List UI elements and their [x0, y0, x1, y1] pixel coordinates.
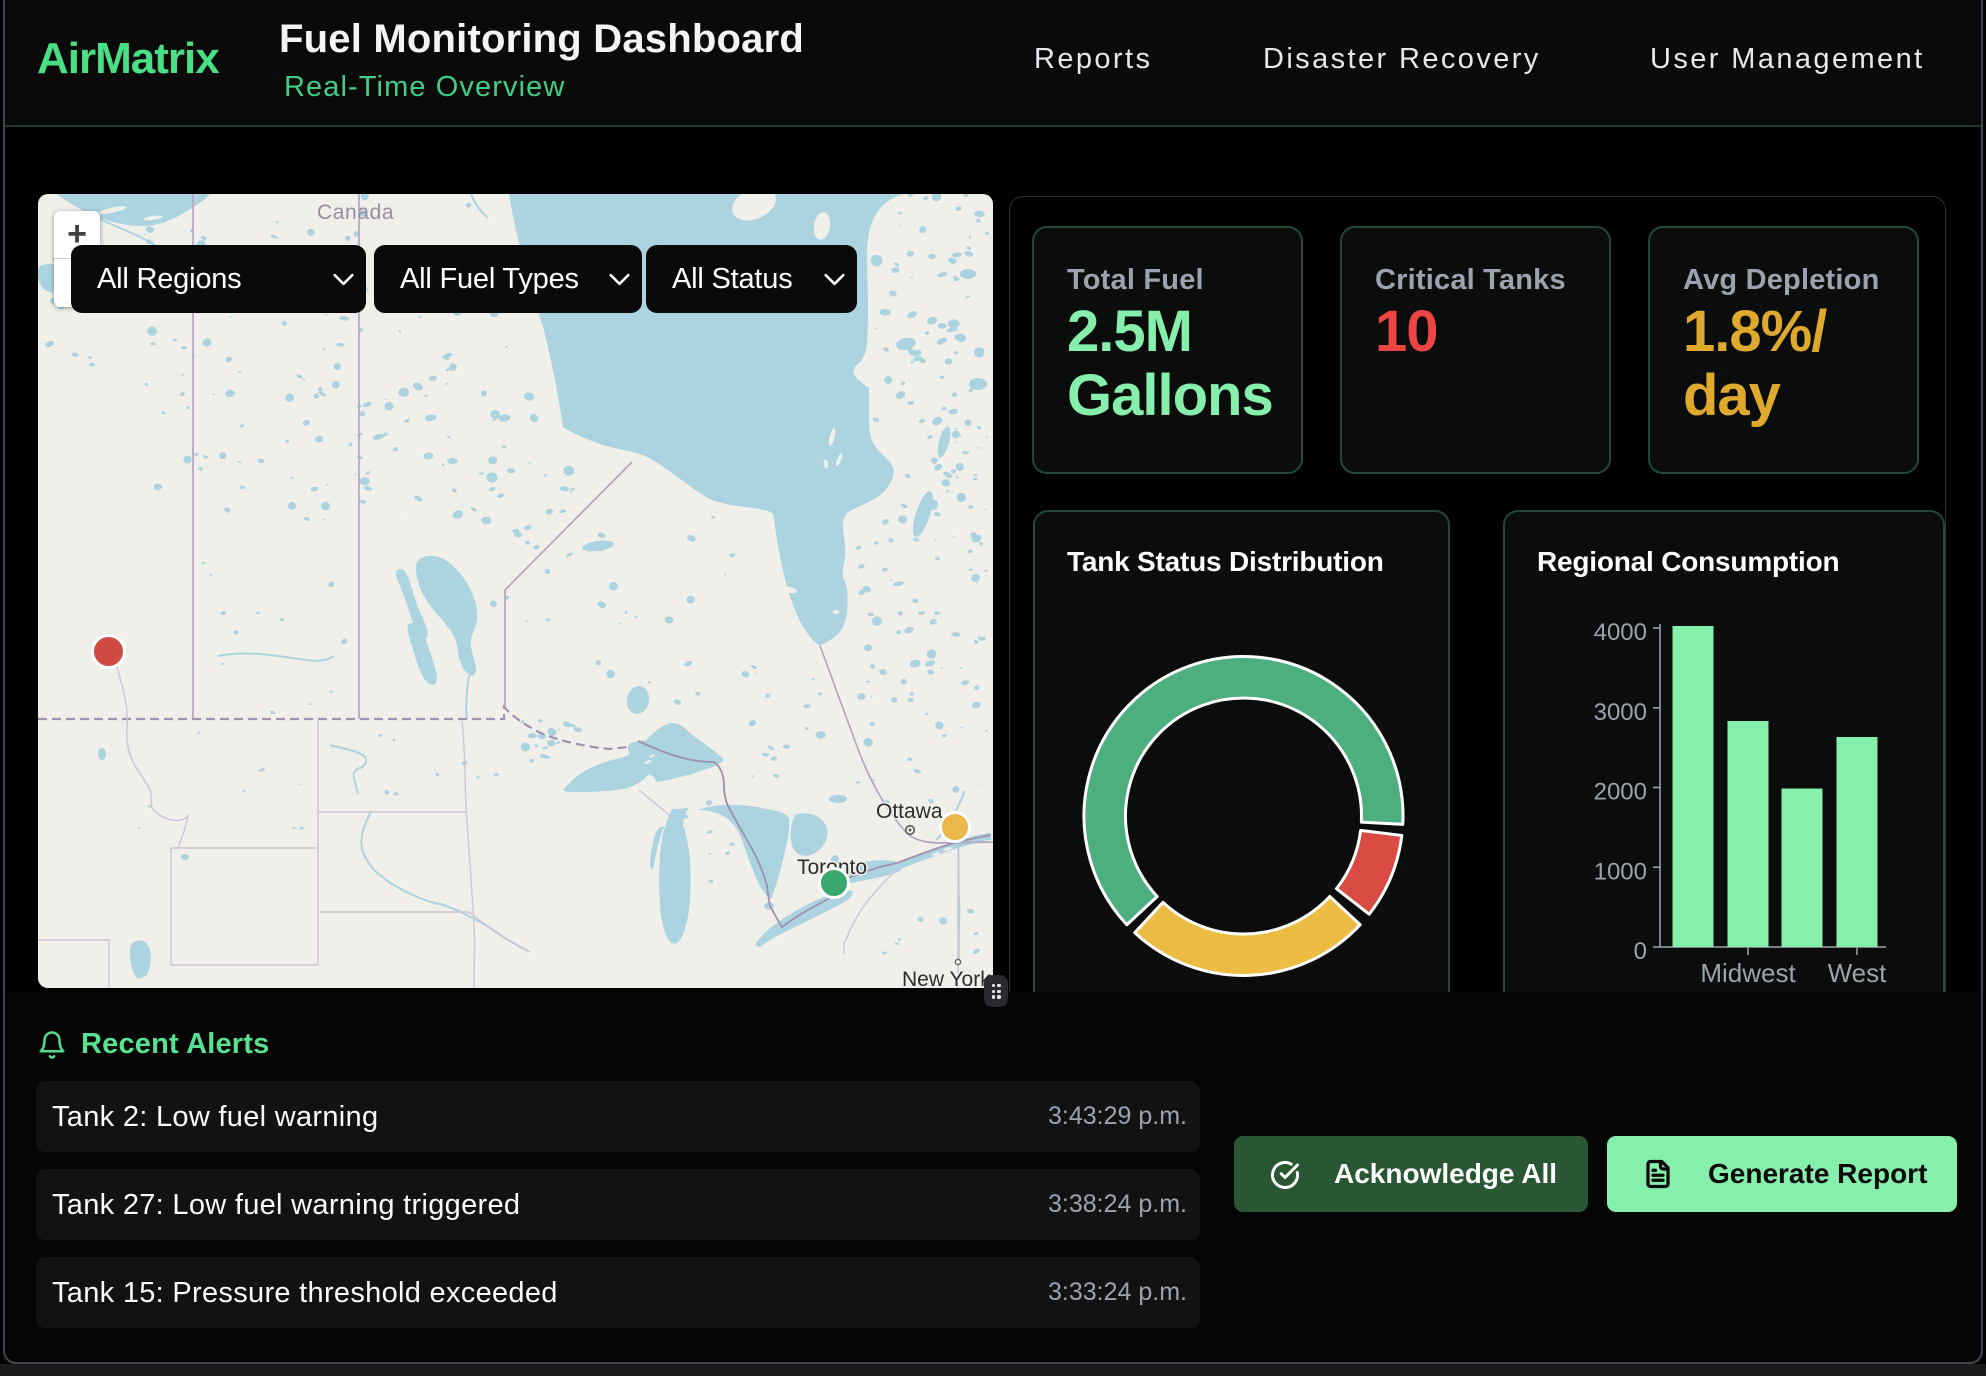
svg-text:3000: 3000: [1594, 699, 1647, 726]
svg-text:Canada: Canada: [317, 201, 394, 224]
svg-text:1000: 1000: [1594, 858, 1647, 885]
svg-text:West: West: [1828, 958, 1888, 988]
svg-text:New York: New York: [902, 968, 991, 988]
svg-text:4000: 4000: [1594, 619, 1647, 646]
svg-text:2000: 2000: [1594, 779, 1647, 806]
svg-text:Ottawa: Ottawa: [876, 800, 943, 823]
svg-text:0: 0: [1634, 938, 1647, 965]
svg-text:Midwest: Midwest: [1700, 958, 1796, 988]
